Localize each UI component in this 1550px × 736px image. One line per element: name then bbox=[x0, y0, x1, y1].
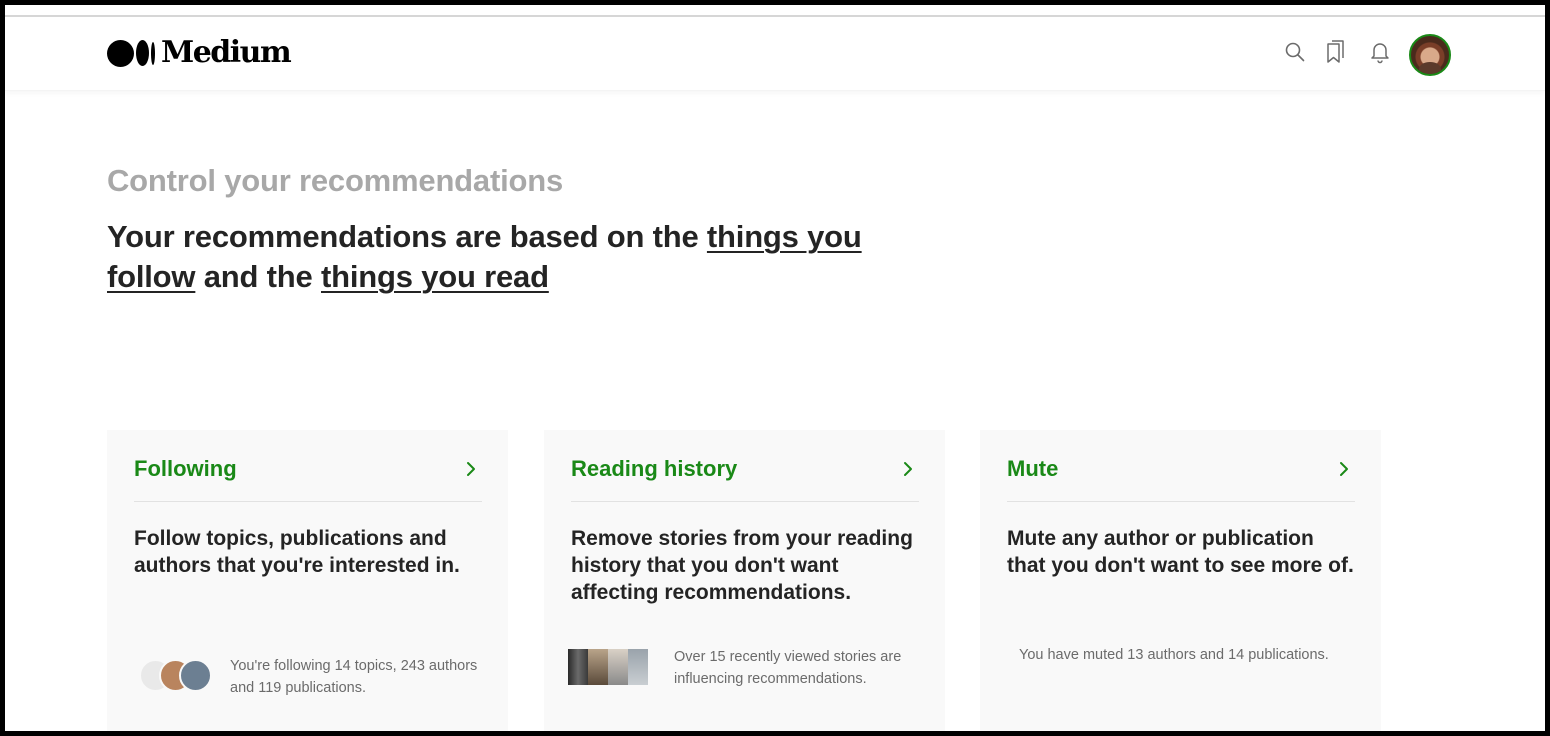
card-description: Follow topics, publications and authors … bbox=[134, 527, 460, 577]
headline-text-2: and the bbox=[195, 259, 321, 294]
card-footer-text: You're following 14 topics, 243 authors … bbox=[230, 658, 478, 696]
card-description: Remove stories from your reading history… bbox=[571, 527, 913, 604]
followed-avatar bbox=[179, 659, 212, 692]
story-thumbnails bbox=[568, 649, 648, 685]
card-title: Reading history bbox=[571, 456, 738, 481]
card-header[interactable]: Reading history bbox=[571, 452, 919, 502]
card-footer-text: Over 15 recently viewed stories are infl… bbox=[674, 649, 902, 687]
medium-logo[interactable]: Medium bbox=[107, 35, 292, 70]
card-title: Mute bbox=[1007, 456, 1059, 481]
story-thumbnail bbox=[588, 649, 608, 685]
reading-history-card[interactable]: Reading history Remove stories from your… bbox=[544, 430, 945, 731]
mute-card[interactable]: Mute Mute any author or publication that… bbox=[980, 430, 1381, 731]
browser-viewport: Medium Control your recommendations Your… bbox=[5, 5, 1545, 731]
page-headline: Your recommendations are based on the th… bbox=[107, 217, 867, 297]
card-footer-text: You have muted 13 authors and 14 publica… bbox=[1019, 647, 1329, 663]
story-thumbnail bbox=[608, 649, 628, 685]
logo-wordmark: Medium bbox=[161, 35, 292, 70]
headline-text-1: Your recommendations are based on the bbox=[107, 219, 707, 254]
following-card[interactable]: Following Follow topics, publications an… bbox=[107, 430, 508, 731]
bookmarks-icon[interactable] bbox=[1324, 39, 1346, 70]
story-thumbnail bbox=[628, 649, 648, 685]
card-header[interactable]: Mute bbox=[1007, 452, 1355, 502]
card-description: Mute any author or publication that you … bbox=[1007, 527, 1354, 577]
page-eyebrow: Control your recommendations bbox=[107, 163, 564, 198]
notifications-icon[interactable] bbox=[1369, 40, 1391, 69]
medium-logo-icon bbox=[107, 39, 155, 67]
story-thumbnail bbox=[568, 649, 588, 685]
chevron-right-icon bbox=[904, 462, 912, 476]
card-header[interactable]: Following bbox=[134, 452, 482, 502]
chevron-right-icon bbox=[1340, 462, 1348, 476]
card-title: Following bbox=[134, 456, 237, 481]
user-avatar[interactable] bbox=[1409, 34, 1451, 76]
followed-avatars bbox=[139, 659, 214, 693]
chevron-right-icon bbox=[467, 462, 475, 476]
things-you-read-link[interactable]: things you read bbox=[321, 259, 549, 294]
top-navbar: Medium bbox=[5, 17, 1545, 91]
search-icon[interactable] bbox=[1284, 41, 1306, 68]
